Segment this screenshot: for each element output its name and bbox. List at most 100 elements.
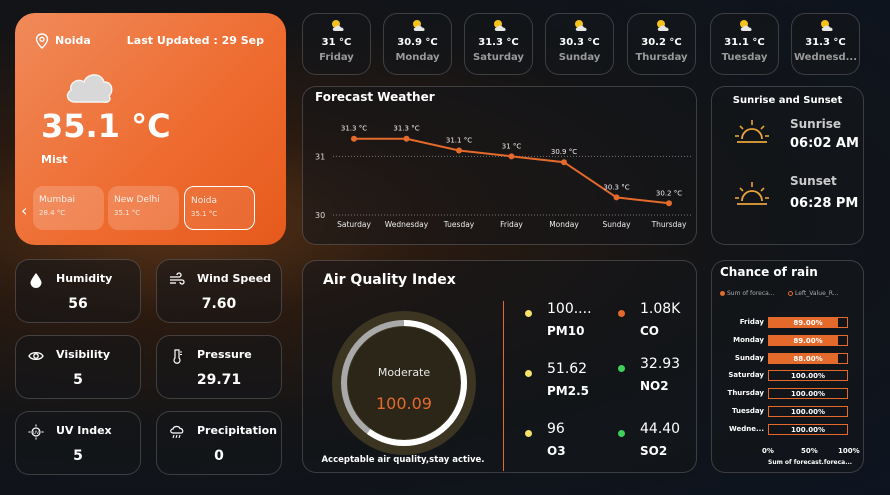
location-pin-icon — [35, 33, 49, 49]
legend-label: Left_Value_R... — [795, 290, 839, 297]
x-tick-label: Thursday — [651, 220, 687, 229]
day-name: Monday — [395, 52, 440, 63]
day-temp: 30.9 °C — [397, 37, 438, 48]
sunset-icon — [735, 182, 769, 205]
y-tick-label: 30 — [315, 211, 325, 220]
rain-day-label: Tuesday — [732, 407, 764, 415]
pollutant-value: 100.... — [547, 301, 592, 317]
sun-card-title: Sunrise and Sunset — [732, 95, 843, 106]
partly-sunny-icon — [821, 20, 833, 31]
aqi-note: Acceptable air quality,stay active. — [321, 455, 485, 465]
precipitation-label: Precipitation — [197, 424, 277, 437]
visibility-label: Visibility — [56, 348, 111, 361]
forecast-title: Forecast Weather — [315, 90, 435, 104]
rain-bar[interactable]: 100.00% — [768, 406, 848, 417]
y-tick-label: 31 — [315, 152, 325, 161]
day-card[interactable]: 30.2 °C Thursday — [627, 13, 696, 75]
visibility-value: 5 — [73, 372, 83, 388]
uv-index-tile: UV UV Index 5 — [15, 411, 141, 475]
aqi-divider — [503, 301, 504, 471]
rain-bar[interactable]: 88.00% — [768, 352, 848, 364]
status-dot — [525, 430, 532, 437]
legend-label: Sum of foreca... — [727, 290, 775, 297]
rain-bar[interactable]: 100.00% — [768, 423, 848, 435]
pollutant-name: CO — [640, 324, 660, 338]
day-temp: 31.3 °C — [478, 37, 519, 48]
wind-speed-tile: Wind Speed 7.60 — [156, 259, 282, 323]
precipitation-value: 0 — [214, 448, 224, 464]
day-name: Saturday — [473, 52, 524, 63]
rain-day-label: Sunday — [734, 353, 764, 362]
city-card-noida[interactable]: Noida 35.1 °C — [184, 186, 255, 230]
data-point[interactable] — [456, 147, 462, 154]
rain-bar[interactable]: 100.00% — [768, 388, 848, 400]
day-card[interactable]: 31.3 °C Wednesd... — [791, 13, 860, 75]
chance-of-rain-card: Chance of rain Sum of foreca... Left_Val… — [711, 260, 864, 473]
forecast-line-chart: 31 30 31.3 °C Saturday 31.3 °C Wednesday 31.1 … — [315, 125, 691, 229]
rain-bar-value: 100.00% — [790, 425, 826, 434]
data-point[interactable] — [666, 200, 672, 207]
city-card-new-delhi[interactable]: New Delhi 35.1 °C — [108, 186, 179, 230]
uv-index-label: UV Index — [56, 424, 112, 437]
day-card[interactable]: 31.3 °C Saturday — [464, 13, 533, 75]
legend-item: Sum of foreca... — [720, 290, 775, 297]
sunrise-label: Sunrise — [790, 117, 842, 131]
chevron-left-icon[interactable]: ‹ — [21, 201, 27, 220]
city-card-mumbai[interactable]: Mumbai 28.4 °C — [33, 186, 104, 230]
pollutant-value: 32.93 — [640, 356, 681, 372]
humidity-label: Humidity — [56, 272, 113, 285]
rain-bar[interactable]: 100.00% — [768, 370, 848, 382]
precipitation-tile: Precipitation 0 — [156, 411, 282, 475]
day-name: Tuesday — [721, 52, 768, 63]
rain-bar[interactable]: 89.00% — [768, 334, 848, 346]
cloud-icon — [66, 74, 113, 103]
svg-text:UV: UV — [33, 430, 40, 436]
rain-bar-value: 89.00% — [793, 319, 823, 327]
data-label: 31.3 °C — [341, 125, 367, 133]
aqi-level: Moderate — [378, 366, 431, 379]
aqi-title: Air Quality Index — [323, 272, 456, 288]
pollutant-name: PM2.5 — [547, 384, 589, 398]
aqi-gauge: Moderate 100.09 — [332, 311, 476, 455]
data-point[interactable] — [403, 135, 410, 142]
data-point[interactable] — [351, 135, 357, 142]
aqi-value: 100.09 — [376, 394, 432, 413]
forecast-chart-card: 31 30 31.3 °C Saturday 31.3 °C Wednesday 31.1 … — [302, 86, 697, 245]
rain-bar[interactable]: 89.00% — [768, 317, 848, 328]
legend-dot — [788, 291, 793, 296]
data-label: 31.3 °C — [393, 125, 419, 133]
humidity-tile: Humidity 56 — [15, 259, 141, 323]
partly-sunny-icon — [332, 20, 344, 31]
day-name: Friday — [319, 52, 354, 63]
status-dot — [618, 310, 625, 317]
data-point[interactable] — [613, 194, 620, 201]
day-name: Thursday — [635, 52, 688, 63]
location-name: Noida — [55, 34, 91, 47]
day-card[interactable]: 30.3 °C Sunday — [545, 13, 614, 75]
x-tick-label: 100% — [838, 447, 860, 455]
day-name: Wednesd... — [793, 52, 858, 63]
city-name: Noida — [191, 196, 217, 206]
current-temperature: 35.1 °C — [41, 107, 171, 145]
data-label: 30.2 °C — [656, 189, 682, 197]
day-name: Sunday — [558, 52, 601, 63]
day-card[interactable]: 30.9 °C Monday — [383, 13, 452, 75]
x-tick-label: Friday — [500, 220, 523, 229]
data-point[interactable] — [561, 159, 567, 166]
partly-sunny-icon — [657, 20, 669, 31]
status-dot — [525, 370, 532, 377]
day-card[interactable]: 31 °C Friday — [302, 13, 371, 75]
partly-sunny-icon — [740, 20, 752, 31]
x-axis-title: Sum of forecast.foreca... — [768, 459, 853, 466]
x-tick-label: 50% — [801, 447, 818, 455]
day-temp: 30.2 °C — [641, 37, 682, 48]
partly-sunny-icon — [575, 20, 587, 31]
data-point[interactable] — [508, 153, 515, 160]
day-card[interactable]: 31.1 °C Tuesday — [710, 13, 779, 75]
pollutant-value: 51.62 — [547, 361, 588, 377]
day-temp: 31 °C — [321, 37, 352, 48]
air-quality-card: Air Quality Index Moderate 100.09 Accept… — [302, 260, 697, 473]
current-condition: Mist — [41, 153, 68, 166]
eye-icon — [28, 351, 44, 361]
humidity-value: 56 — [68, 296, 88, 312]
